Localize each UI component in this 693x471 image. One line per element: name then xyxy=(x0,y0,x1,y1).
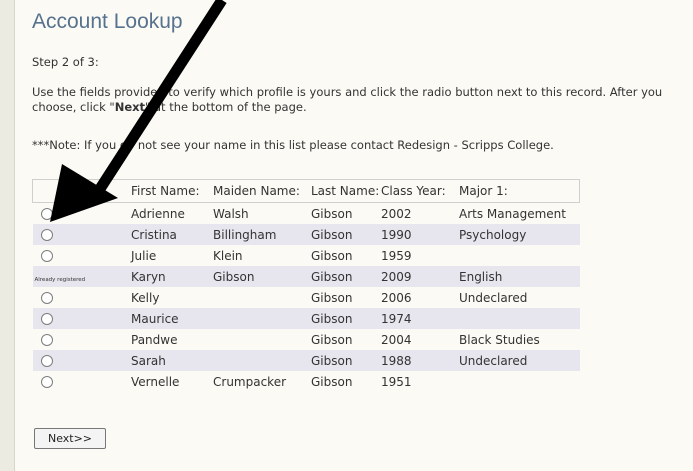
arrow-icon xyxy=(50,0,227,222)
